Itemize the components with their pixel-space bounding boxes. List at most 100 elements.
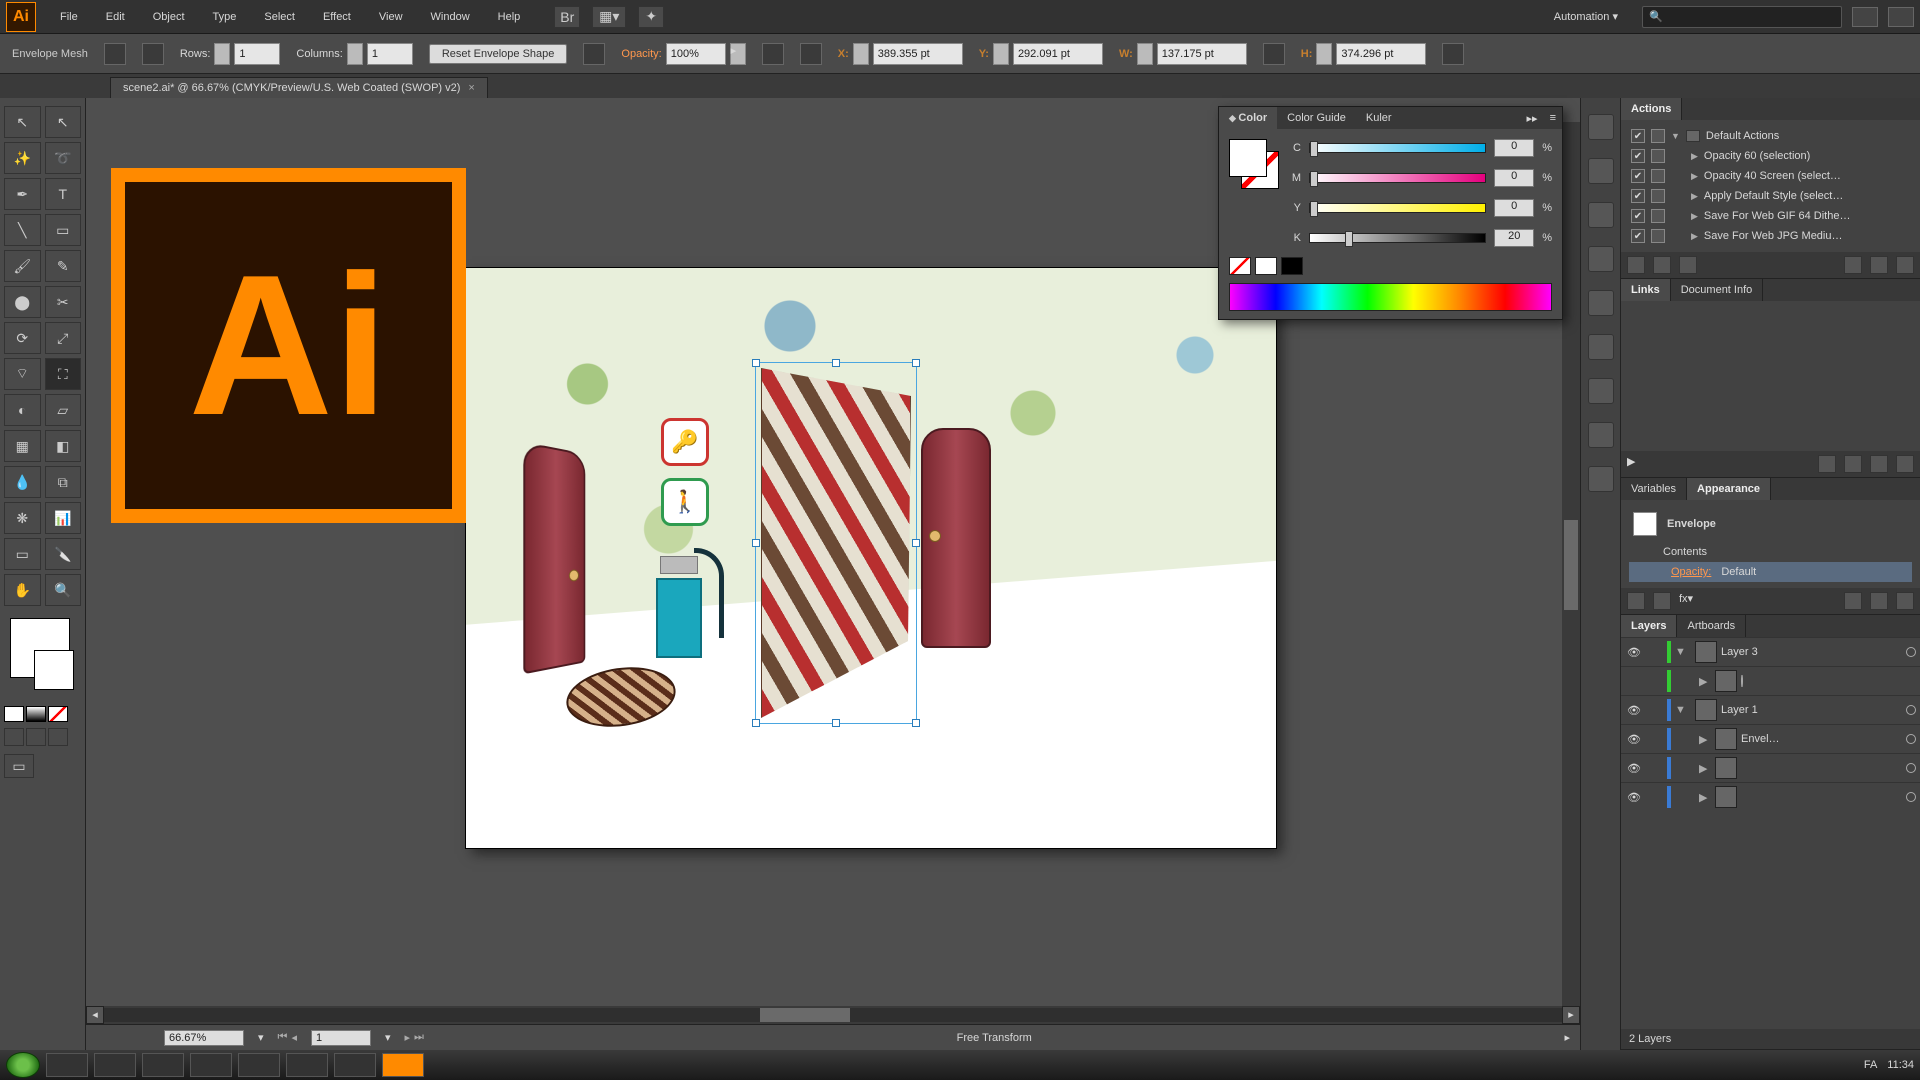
channel-value[interactable]: 0 (1494, 139, 1534, 157)
edit-envelope-icon[interactable] (104, 43, 126, 65)
layer-row[interactable]: 👁 ▶ (1621, 753, 1920, 782)
taskbar-item[interactable] (142, 1053, 184, 1077)
visibility-icon[interactable]: 👁 (1625, 733, 1643, 746)
disclosure-icon[interactable]: ▶ (1627, 455, 1635, 473)
modal-icon[interactable] (1651, 129, 1665, 143)
slider-thumb[interactable] (1310, 171, 1318, 187)
start-button[interactable] (6, 1052, 40, 1078)
zoom-tool[interactable]: 🔍 (45, 574, 82, 606)
resize-handle[interactable] (832, 719, 840, 727)
menu-edit[interactable]: Edit (92, 0, 139, 34)
new-stroke-icon[interactable] (1627, 592, 1645, 610)
menu-window[interactable]: Window (417, 0, 484, 34)
layer-row[interactable]: 👁 ▶ (1621, 782, 1920, 811)
target-icon[interactable] (1906, 647, 1916, 657)
cols-input[interactable]: 1 (367, 43, 413, 65)
artboard-number[interactable]: 1 (311, 1030, 371, 1046)
black-swatch-icon[interactable] (1281, 257, 1303, 275)
white-swatch-icon[interactable] (1255, 257, 1277, 275)
edit-contents-icon[interactable] (142, 43, 164, 65)
resize-handle[interactable] (832, 359, 840, 367)
layer-row[interactable]: 👁 ▼ Layer 3 (1621, 637, 1920, 666)
mesh-tool[interactable]: ▦ (4, 430, 41, 462)
visibility-icon[interactable]: 👁 (1625, 762, 1643, 775)
color-slider[interactable] (1309, 143, 1486, 153)
workspace-switcher[interactable]: Automation ▾ (1540, 0, 1632, 34)
w-stepper[interactable] (1137, 43, 1153, 65)
maximize-button[interactable] (1888, 7, 1914, 27)
menu-file[interactable]: File (46, 0, 92, 34)
checkmark-icon[interactable]: ✔ (1631, 129, 1645, 143)
color-mode-icon[interactable] (4, 706, 24, 722)
appearance-tab[interactable]: Appearance (1687, 478, 1771, 500)
close-tab-icon[interactable]: × (468, 82, 474, 94)
w-input[interactable]: 137.175 pt (1157, 43, 1247, 65)
status-icon[interactable] (96, 1029, 116, 1047)
stroke-dock-icon[interactable] (1588, 158, 1614, 184)
status-flyout-icon[interactable]: ▸ (1564, 1031, 1570, 1044)
kuler-tab[interactable]: Kuler (1356, 107, 1402, 129)
document-info-tab[interactable]: Document Info (1671, 279, 1764, 301)
scrollbar-track[interactable] (104, 1008, 1562, 1022)
panel-menu-icon[interactable]: ≡ (1544, 112, 1562, 124)
menu-help[interactable]: Help (484, 0, 535, 34)
artboard-tool[interactable]: ▭ (4, 538, 41, 570)
resize-handle[interactable] (752, 539, 760, 547)
new-set-icon[interactable] (1844, 256, 1862, 274)
scroll-left-icon[interactable]: ◂ (86, 1006, 104, 1024)
artboard-dropdown-icon[interactable]: ▾ (385, 1031, 391, 1044)
recolor-icon[interactable] (762, 43, 784, 65)
shape-builder-tool[interactable]: ◐ (4, 394, 41, 426)
variables-tab[interactable]: Variables (1621, 478, 1687, 500)
brushes-dock-icon[interactable] (1588, 334, 1614, 360)
menu-select[interactable]: Select (250, 0, 309, 34)
layer-row[interactable]: 👁 ▶ Envel… (1621, 724, 1920, 753)
reset-envelope-button[interactable]: Reset Envelope Shape (429, 44, 568, 64)
duplicate-icon[interactable] (1870, 592, 1888, 610)
rows-stepper[interactable] (214, 43, 230, 65)
artboards-tab[interactable]: Artboards (1677, 615, 1746, 637)
resize-handle[interactable] (752, 719, 760, 727)
x-input[interactable]: 389.355 pt (873, 43, 963, 65)
relink-icon[interactable] (1818, 455, 1836, 473)
rectangle-tool[interactable]: ▭ (45, 214, 82, 246)
channel-value[interactable]: 20 (1494, 229, 1534, 247)
fill-swatch[interactable] (1229, 139, 1267, 177)
target-icon[interactable] (1906, 705, 1916, 715)
eraser-tool[interactable]: ✂ (45, 286, 82, 318)
paintbrush-tool[interactable]: 🖌 (4, 250, 41, 282)
collapse-icon[interactable]: ▸▸ (1521, 112, 1544, 125)
hand-tool[interactable]: ✋ (4, 574, 41, 606)
menu-object[interactable]: Object (139, 0, 199, 34)
graphic-styles-dock-icon[interactable] (1588, 422, 1614, 448)
cols-stepper[interactable] (347, 43, 363, 65)
layer-row[interactable]: 👁 ▼ Layer 1 (1621, 695, 1920, 724)
first-artboard-icon[interactable]: ⏮ (278, 1031, 288, 1044)
zoom-level[interactable]: 66.67% (164, 1030, 244, 1046)
scrollbar-thumb[interactable] (760, 1008, 850, 1022)
draw-behind-icon[interactable] (26, 728, 46, 746)
disclosure-icon[interactable]: ▼ (1675, 646, 1687, 658)
symbols-dock-icon[interactable] (1588, 290, 1614, 316)
prev-artboard-icon[interactable]: ◂ (291, 1031, 297, 1044)
graph-tool[interactable]: 📊 (45, 502, 82, 534)
search-input[interactable]: 🔍 (1642, 6, 1842, 28)
layers-tab[interactable]: Layers (1621, 615, 1677, 637)
language-indicator[interactable]: FA (1864, 1059, 1877, 1071)
action-row[interactable]: ✔▶Apply Default Style (select… (1629, 186, 1912, 206)
none-mode-icon[interactable] (48, 706, 68, 722)
goto-link-icon[interactable] (1844, 455, 1862, 473)
disclosure-icon[interactable]: ▶ (1699, 675, 1711, 688)
target-icon[interactable] (1906, 734, 1916, 744)
type-tool[interactable]: T (45, 178, 82, 210)
symbol-sprayer-tool[interactable]: ❋ (4, 502, 41, 534)
horizontal-scrollbar[interactable]: ◂ ▸ (86, 1006, 1580, 1024)
spectrum-ramp[interactable] (1229, 283, 1552, 311)
h-stepper[interactable] (1316, 43, 1332, 65)
layer-row[interactable]: ▶ (1621, 666, 1920, 695)
rows-input[interactable]: 1 (234, 43, 280, 65)
channel-value[interactable]: 0 (1494, 169, 1534, 187)
gradient-dock-icon[interactable] (1588, 202, 1614, 228)
gradient-tool[interactable]: ◧ (45, 430, 82, 462)
y-input[interactable]: 292.091 pt (1013, 43, 1103, 65)
